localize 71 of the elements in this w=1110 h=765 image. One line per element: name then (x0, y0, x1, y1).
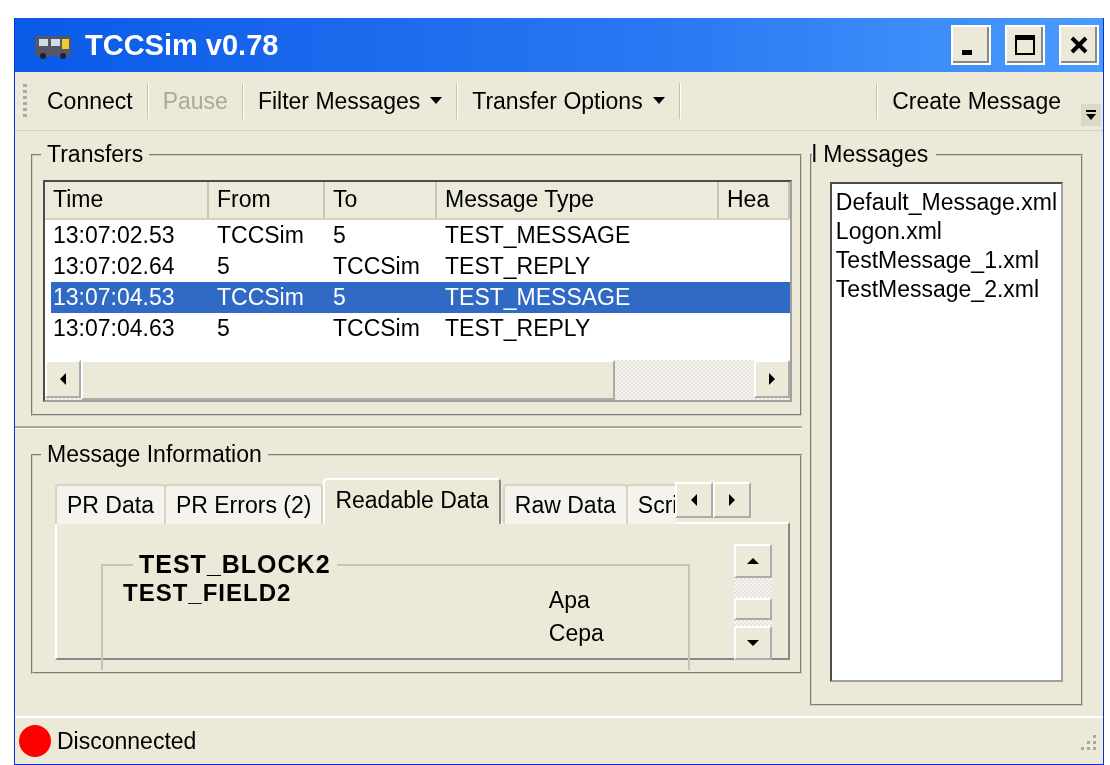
list-item[interactable]: Logon.xml (835, 217, 1057, 246)
overflow-button[interactable] (1081, 104, 1101, 126)
toolbar-button[interactable]: Connect (37, 81, 143, 121)
maximize-button[interactable] (1005, 25, 1045, 65)
window-title: TCCSim v0.78 (85, 28, 280, 62)
table-cell-text: 5 (216, 253, 231, 280)
table-row[interactable]: 13:07:04.53 TCCSim 5 TEST_MESSAGE (51, 282, 790, 313)
table-cell-text: TCCSim (216, 284, 305, 311)
arrow-icon (768, 373, 775, 385)
table-cell-text: TEST_MESSAGE (444, 284, 632, 311)
tab[interactable]: Readable Data (323, 478, 501, 524)
scroll-down-button[interactable] (733, 626, 772, 660)
vertical-scrollbar[interactable] (733, 544, 772, 660)
field-name: TEST_FIELD2 (123, 579, 292, 608)
table-cell-text: 5 (332, 222, 347, 249)
caret-icon (652, 97, 665, 105)
tab-scroll-left-button[interactable] (675, 482, 714, 518)
scrollbar-thumb[interactable] (81, 360, 615, 400)
list-item[interactable]: TestMessage_2.xml (835, 275, 1057, 304)
column-header[interactable]: From (209, 182, 325, 218)
dropdown-button[interactable]: Filter Messages (247, 81, 453, 121)
chevron-icon (1085, 109, 1097, 121)
status-text: Disconnected (57, 727, 197, 755)
column-header[interactable]: Message Type (437, 182, 719, 218)
arrow-icon (60, 373, 66, 385)
list-item[interactable]: TestMessage_1.xml (835, 246, 1057, 275)
table-cell-text: TCCSim (216, 222, 305, 249)
column-header[interactable]: Time (45, 182, 209, 218)
field-value: Apa (548, 587, 591, 614)
table-cell-text: 13:07:04.63 (52, 315, 176, 342)
group-title: Message Information (46, 441, 263, 468)
minimize-icon (962, 49, 972, 55)
table-cell-text: 13:07:02.64 (52, 253, 176, 280)
arrow-icon (729, 494, 736, 506)
horizontal-scrollbar[interactable] (45, 360, 790, 400)
maximize-icon (1013, 33, 1037, 57)
block-title: TEST_BLOCK2 (138, 550, 332, 579)
table-cell-text: TCCSim (332, 315, 421, 342)
scroll-right-button[interactable] (753, 360, 790, 398)
tab-scroll-right-button[interactable] (713, 482, 752, 518)
table-cell-text: 5 (332, 284, 347, 311)
tab[interactable]: PR Data (55, 484, 166, 524)
table-row[interactable]: 13:07:04.63 5 TCCSim TEST_REPLY (51, 313, 790, 344)
caret-icon (430, 97, 443, 105)
dropdown-button[interactable]: Transfer Options (462, 81, 675, 121)
scrollbar-thumb[interactable] (733, 598, 772, 620)
table-cell-text: 5 (216, 315, 231, 342)
list-item[interactable]: Default_Message.xml (835, 188, 1057, 217)
toolbar-button[interactable]: Create Message (882, 81, 1071, 121)
column-header[interactable]: Hea (719, 182, 790, 218)
table-cell-text: TEST_REPLY (444, 253, 592, 280)
arrow-icon (746, 640, 759, 646)
field-value: Cepa (548, 620, 604, 647)
table-row[interactable]: 13:07:02.64 5 TCCSim TEST_REPLY (51, 251, 790, 282)
table-cell-text: 13:07:04.53 (52, 284, 176, 311)
scroll-up-button[interactable] (733, 544, 772, 578)
tab[interactable]: PR Errors (2) (163, 484, 324, 524)
arrow-icon (691, 494, 698, 506)
column-header[interactable]: To (325, 182, 437, 218)
tab[interactable]: Raw Data (502, 484, 628, 524)
close-button[interactable] (1059, 25, 1099, 65)
arrow-icon (746, 558, 759, 564)
scroll-left-button[interactable] (45, 360, 81, 398)
group-title: Transfers (46, 141, 145, 168)
group-title: l Messages (811, 141, 930, 168)
table-cell-text: 13:07:02.53 (52, 222, 176, 249)
table-cell-text: TEST_REPLY (444, 315, 592, 342)
table-row[interactable]: 13:07:02.53 TCCSim 5 TEST_MESSAGE (51, 220, 790, 251)
table-cell-text: TCCSim (332, 253, 421, 280)
table-cell-text: TEST_MESSAGE (444, 222, 632, 249)
minimize-button[interactable] (951, 25, 991, 65)
